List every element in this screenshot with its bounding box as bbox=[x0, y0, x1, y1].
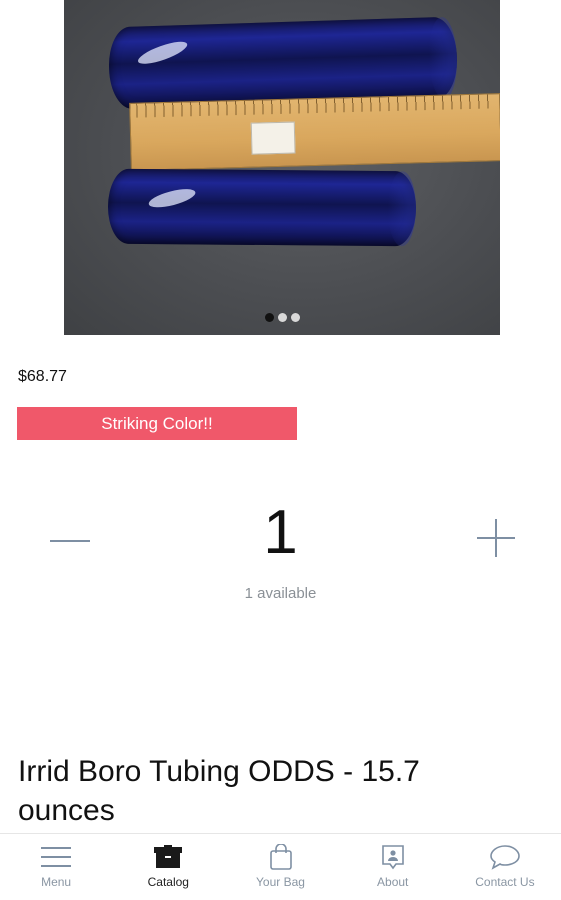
availability-text: 1 available bbox=[244, 585, 317, 602]
nav-label-menu: Menu bbox=[41, 875, 72, 889]
pagination-dot-3[interactable] bbox=[290, 313, 300, 322]
product-title: Irrid Boro Tubing ODDS - 15.7 ounces bbox=[18, 755, 420, 827]
bag-icon bbox=[269, 844, 292, 870]
nav-label-bag: Your Bag bbox=[256, 875, 305, 889]
nav-label-catalog: Catalog bbox=[147, 875, 189, 889]
ruler bbox=[129, 93, 500, 171]
nav-item-about[interactable]: About bbox=[337, 834, 449, 900]
chat-icon bbox=[490, 845, 520, 870]
price-sticker bbox=[250, 121, 296, 155]
product-image[interactable] bbox=[64, 0, 500, 335]
product-price: $68.77 bbox=[18, 368, 67, 385]
catalog-icon bbox=[154, 845, 183, 868]
nav-item-catalog[interactable]: Catalog bbox=[112, 834, 224, 900]
bottom-navigation: Menu Catalog Your Bag About Contact Us bbox=[0, 833, 561, 900]
pagination-dot-1[interactable] bbox=[264, 313, 274, 322]
nav-item-contact[interactable]: Contact Us bbox=[449, 834, 561, 900]
nav-item-bag[interactable]: Your Bag bbox=[224, 834, 336, 900]
plus-icon bbox=[477, 519, 515, 557]
nav-label-about: About bbox=[377, 875, 409, 889]
promo-badge: Striking Color!! bbox=[17, 407, 297, 440]
about-icon bbox=[381, 845, 404, 870]
product-page: $68.77 Striking Color!! 1 1 available Ir… bbox=[0, 0, 561, 900]
pagination-dot-2[interactable] bbox=[277, 313, 287, 322]
hamburger-icon bbox=[41, 847, 72, 867]
nav-label-contact: Contact Us bbox=[475, 875, 535, 889]
nav-item-menu[interactable]: Menu bbox=[0, 834, 112, 900]
glass-tube-bottom bbox=[107, 168, 417, 247]
increase-quantity-button[interactable] bbox=[474, 516, 518, 560]
image-pagination[interactable] bbox=[64, 313, 500, 322]
